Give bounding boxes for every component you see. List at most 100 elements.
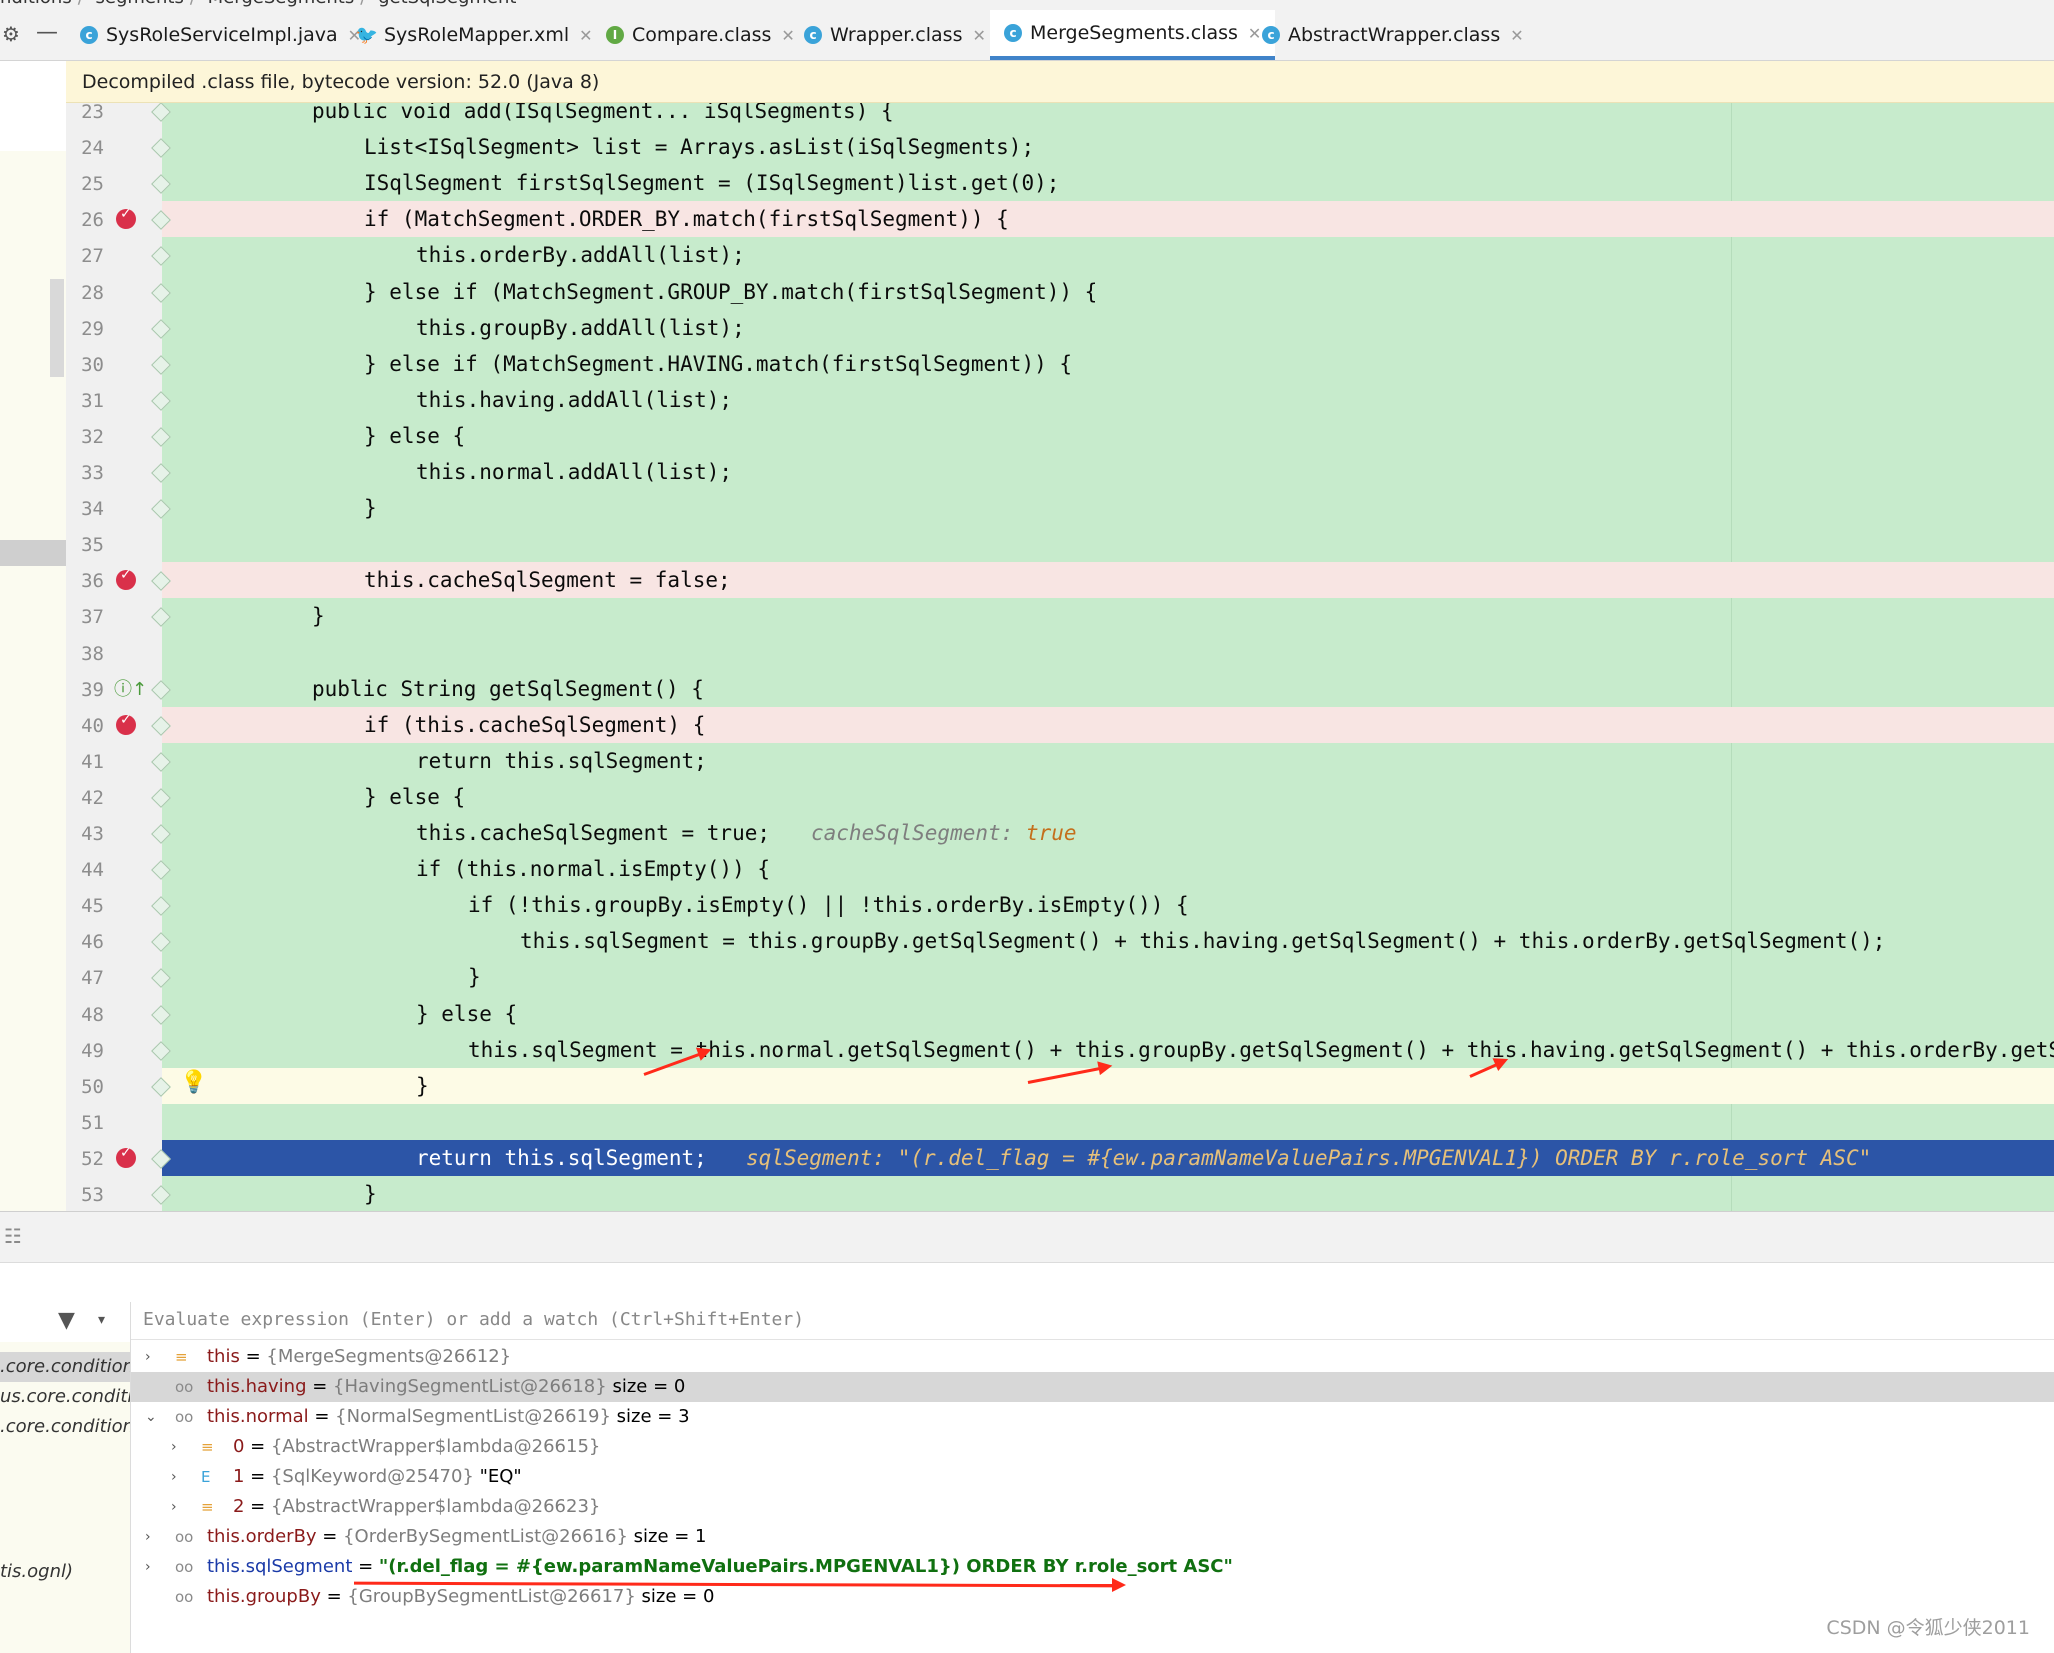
code-line[interactable]: this.groupBy.addAll(list);	[162, 310, 2054, 346]
expand-toggle-icon[interactable]: ›	[145, 1522, 161, 1552]
variable-row[interactable]: ⌄ oo this.normal = {NormalSegmentList@2661…	[131, 1402, 2054, 1432]
close-icon[interactable]: ✕	[1248, 24, 1261, 43]
lightbulb-icon[interactable]: 💡	[180, 1070, 207, 1095]
class-icon: c	[80, 26, 98, 44]
breadcrumb-item[interactable]: segments	[96, 0, 184, 8]
code-line[interactable]: } else {	[162, 418, 2054, 454]
breakpoint-icon[interactable]	[116, 712, 136, 735]
expand-toggle-icon[interactable]: ›	[145, 1342, 161, 1372]
variable-row[interactable]: › oo this.sqlSegment = "(r.del_flag = #{ew…	[131, 1552, 2054, 1582]
variable-row[interactable]: › ≡ 2 = {AbstractWrapper$lambda@26623}	[131, 1492, 2054, 1522]
variable-row[interactable]: › ≡ this = {MergeSegments@26612}	[131, 1342, 2054, 1372]
breadcrumb-item[interactable]: getSqlSegment	[378, 0, 516, 8]
code-line[interactable]: List<ISqlSegment> list = Arrays.asList(i…	[162, 129, 2054, 165]
variable-type-icon: E	[201, 1468, 211, 1486]
line-number: 47	[81, 967, 104, 990]
expand-toggle-icon[interactable]: ›	[171, 1462, 187, 1492]
decompiled-banner: Decompiled .class file, bytecode version…	[66, 61, 2054, 103]
code-line[interactable]: this.sqlSegment = this.groupBy.getSqlSeg…	[162, 923, 2054, 959]
code-line[interactable]: return this.sqlSegment; sqlSegment: "(r.d…	[162, 1139, 2054, 1176]
gear-icon[interactable]: ⚙	[2, 22, 20, 46]
debug-layout-icon[interactable]: ☷	[4, 1224, 22, 1248]
code-line[interactable]: } else if (MatchSegment.GROUP_BY.match(f…	[162, 274, 2054, 310]
line-number: 53	[81, 1184, 104, 1206]
code-line[interactable]: }	[162, 598, 2054, 634]
code-line[interactable]: return this.sqlSegment;	[162, 743, 2054, 779]
code-line[interactable]: if (MatchSegment.ORDER_BY.match(firstSql…	[162, 201, 2054, 238]
implements-icon[interactable]: ⓘ↑	[114, 675, 147, 701]
variable-equals: =	[244, 1496, 271, 1517]
filter-icon[interactable]: ▼	[58, 1308, 75, 1333]
code-text: } else if (MatchSegment.GROUP_BY.match(f…	[364, 279, 1098, 304]
frame-item[interactable]: us.core.conditio	[0, 1382, 130, 1412]
code-line[interactable]	[162, 1104, 2054, 1140]
code-line[interactable]: }	[162, 490, 2054, 526]
code-line[interactable]: }	[162, 1176, 2054, 1211]
breadcrumb-item[interactable]: MergeSegments	[208, 0, 355, 8]
expand-toggle-icon[interactable]: ›	[145, 1552, 161, 1582]
breadcrumb-item[interactable]: nditions	[0, 0, 72, 8]
expand-toggle-icon[interactable]: ›	[171, 1492, 187, 1522]
variable-type-icon: oo	[175, 1408, 194, 1426]
code-line[interactable]: this.normal.addAll(list);	[162, 454, 2054, 490]
variable-name: this.normal	[207, 1406, 309, 1427]
class-icon: c	[1004, 24, 1022, 42]
line-number: 31	[81, 389, 104, 412]
close-icon[interactable]: ✕	[781, 26, 794, 45]
code-line[interactable]: }	[162, 959, 2054, 995]
code-line[interactable]: } else {	[162, 996, 2054, 1032]
expand-toggle-icon[interactable]: ›	[171, 1432, 187, 1462]
close-icon[interactable]: ✕	[972, 26, 985, 45]
tab-compare[interactable]: I Compare.class ✕	[606, 10, 795, 60]
tab-label: Compare.class	[632, 24, 772, 46]
code-line[interactable]	[162, 635, 2054, 671]
close-icon[interactable]: ✕	[579, 26, 592, 45]
expand-toggle-icon[interactable]: ⌄	[145, 1402, 161, 1432]
tab-mergesegments[interactable]: c MergeSegments.class ✕	[990, 10, 1276, 60]
line-number: 45	[81, 895, 104, 918]
code-line[interactable]: this.cacheSqlSegment = true; cacheSqlSegm…	[162, 815, 2054, 851]
hide-icon[interactable]: —	[36, 20, 58, 45]
breakpoint-icon[interactable]	[116, 1145, 136, 1168]
variable-row[interactable]: › oo this.orderBy = {OrderBySegmentList@26…	[131, 1522, 2054, 1552]
code-text: if (this.cacheSqlSegment) {	[364, 712, 706, 737]
code-editor[interactable]: public void add(ISqlSegment... iSqlSegme…	[66, 103, 2054, 1211]
mybatis-icon: 🐦	[355, 24, 379, 46]
variable-name: this.sqlSegment	[207, 1556, 353, 1577]
line-number: 43	[81, 823, 104, 845]
frame-item[interactable]: tis.ognl)	[0, 1557, 130, 1587]
frame-item[interactable]: .core.conditions	[0, 1412, 130, 1442]
tab-sysrolemapper[interactable]: 🐦 SysRoleMapper.xml ✕	[355, 10, 593, 60]
line-number: 33	[81, 462, 104, 484]
code-line[interactable]: } else {	[162, 779, 2054, 815]
variable-type: {HavingSegmentList@26618}	[333, 1376, 607, 1397]
tab-sysroleserviceimpl[interactable]: c SysRoleServiceImpl.java ✕	[80, 10, 361, 60]
code-line[interactable]: public void add(ISqlSegment... iSqlSegme…	[162, 103, 2054, 129]
code-line[interactable]: if (this.normal.isEmpty()) {	[162, 851, 2054, 887]
code-line[interactable]: this.cacheSqlSegment = false;	[162, 562, 2054, 599]
variable-row[interactable]: › ≡ 0 = {AbstractWrapper$lambda@26615}	[131, 1432, 2054, 1462]
code-line[interactable]: public String getSqlSegment() {	[162, 671, 2054, 707]
line-number: 40	[81, 714, 104, 737]
code-text: public String getSqlSegment() {	[312, 676, 704, 701]
chevron-down-icon[interactable]: ▾	[98, 1312, 105, 1328]
abstract-class-icon: c	[1262, 26, 1280, 44]
frame-item[interactable]: .core.conditions	[0, 1352, 130, 1382]
tab-abstractwrapper[interactable]: c AbstractWrapper.class ✕	[1262, 10, 1524, 60]
code-line[interactable]: } else if (MatchSegment.HAVING.match(fir…	[162, 346, 2054, 382]
tab-label: SysRoleMapper.xml	[384, 24, 570, 46]
variable-row[interactable]: › E 1 = {SqlKeyword@25470} "EQ"	[131, 1462, 2054, 1492]
code-text: this.normal.addAll(list);	[416, 460, 733, 484]
evaluate-expression-input[interactable]: Evaluate expression (Enter) or add a wat…	[131, 1300, 2054, 1340]
code-line[interactable]: if (this.cacheSqlSegment) {	[162, 706, 2054, 743]
code-line[interactable]: ISqlSegment firstSqlSegment = (ISqlSegme…	[162, 165, 2054, 201]
code-text: } else if (MatchSegment.HAVING.match(fir…	[364, 351, 1073, 376]
code-line[interactable]: if (!this.groupBy.isEmpty() || !this.ord…	[162, 887, 2054, 923]
code-line[interactable]	[162, 526, 2054, 562]
variable-value: size = 3	[610, 1406, 690, 1427]
code-line[interactable]: this.orderBy.addAll(list);	[162, 237, 2054, 273]
tab-wrapper[interactable]: c Wrapper.class ✕	[804, 10, 986, 60]
variable-row[interactable]: oo this.having = {HavingSegmentList@26618…	[131, 1372, 2054, 1402]
close-icon[interactable]: ✕	[1510, 26, 1523, 45]
code-line[interactable]: this.having.addAll(list);	[162, 382, 2054, 418]
